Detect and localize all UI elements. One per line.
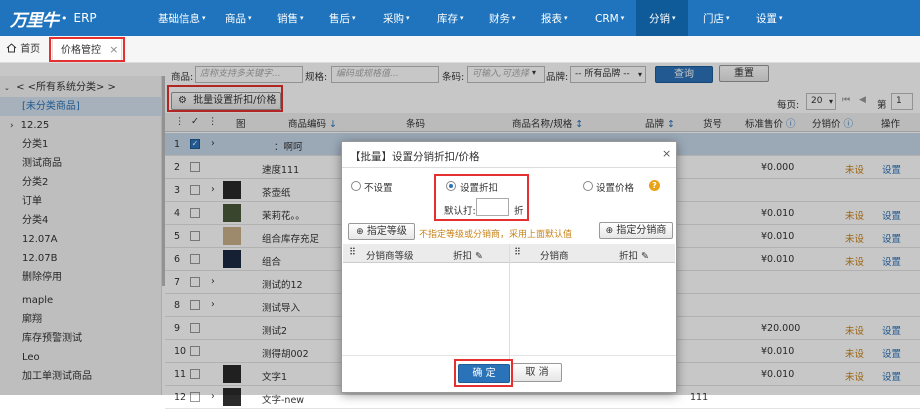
- tab-price-control[interactable]: 价格管控 ×: [52, 38, 122, 62]
- logo-erp: ERP: [73, 11, 97, 25]
- radio-set-discount[interactable]: [446, 181, 456, 191]
- nav-item-purchase[interactable]: 采购 ▾: [383, 0, 410, 36]
- dialog-header: 【批量】设置分销折扣/价格 ×: [342, 142, 676, 168]
- col-dealer-level: 分销商等级: [366, 251, 414, 262]
- grid-divider: [509, 244, 510, 359]
- default-discount-input[interactable]: [476, 198, 509, 216]
- radio-no-set[interactable]: [351, 181, 361, 191]
- cancel-button[interactable]: 取 消: [512, 363, 562, 382]
- nav-item-aftersale[interactable]: 售后 ▾: [329, 0, 356, 36]
- nav-item-goods[interactable]: 商品 ▾: [225, 0, 252, 36]
- specify-level-button[interactable]: ⊕ 指定等级: [348, 223, 415, 240]
- logo-mark: 万里牛: [10, 10, 59, 31]
- batch-discount-dialog: 【批量】设置分销折扣/价格 × 不设置 设置折扣 设置价格 ? 默认打: 折 ⊕…: [341, 141, 677, 393]
- dialog-title: 【批量】设置分销折扣/价格: [350, 151, 480, 163]
- home-icon: [6, 43, 17, 53]
- col-discount-2: 折扣 ✎: [619, 251, 650, 262]
- nav-item-stock[interactable]: 库存 ▾: [437, 0, 464, 36]
- grid-menu-icon[interactable]: ⠿: [349, 247, 356, 258]
- nav-item-distribution[interactable]: 分销 ▾: [636, 0, 688, 36]
- radio-no-set-label: 不设置: [364, 183, 393, 194]
- edit-icon: ✎: [641, 251, 650, 262]
- grid-menu-icon-2[interactable]: ⠿: [514, 247, 521, 258]
- dialog-close-icon[interactable]: ×: [662, 147, 671, 160]
- tab-home-label: 首页: [20, 44, 41, 55]
- tab-bar: 首页 价格管控 ×: [0, 36, 920, 63]
- confirm-button[interactable]: 确 定: [458, 364, 510, 383]
- nav-item-report[interactable]: 报表 ▾: [541, 0, 568, 36]
- radio-set-discount-label: 设置折扣: [460, 183, 499, 194]
- tab-close-icon[interactable]: ×: [109, 43, 118, 56]
- nav-item-sales[interactable]: 销售 ▾: [277, 0, 304, 36]
- help-icon[interactable]: ?: [649, 180, 660, 191]
- logo: 万里牛 • ERP: [10, 6, 97, 31]
- plus-circle-icon: ⊕: [356, 227, 364, 237]
- dialog-footer-divider: [342, 355, 676, 356]
- radio-set-price-label: 设置价格: [596, 183, 635, 194]
- dialog-hint: 不指定等级或分销商，采用上面默认值: [419, 230, 573, 240]
- default-discount-label: 默认打:: [444, 206, 476, 217]
- nav-item-crm[interactable]: CRM ▾: [595, 0, 624, 36]
- tab-price-control-label: 价格管控: [61, 45, 101, 56]
- col-dealer: 分销商: [540, 251, 569, 262]
- plus-circle-icon: ⊕: [605, 226, 614, 236]
- nav-item-store[interactable]: 门店 ▾: [703, 0, 730, 36]
- discount-unit: 折: [514, 206, 524, 217]
- col-discount-1: 折扣 ✎: [453, 251, 484, 262]
- nav-item-settings[interactable]: 设置 ▾: [756, 0, 783, 36]
- radio-set-price[interactable]: [583, 181, 593, 191]
- specify-dealer-button[interactable]: ⊕ 指定分销商: [599, 222, 673, 239]
- nav-item-basic[interactable]: 基础信息 ▾: [158, 0, 206, 36]
- edit-icon: ✎: [475, 251, 484, 262]
- tab-home[interactable]: 首页: [6, 40, 40, 60]
- top-nav: 万里牛 • ERP 基础信息 ▾ 商品 ▾ 销售 ▾ 售后 ▾ 采购 ▾ 库存 ▾ 财务 ▾ …: [0, 0, 920, 36]
- nav-item-finance[interactable]: 财务 ▾: [489, 0, 516, 36]
